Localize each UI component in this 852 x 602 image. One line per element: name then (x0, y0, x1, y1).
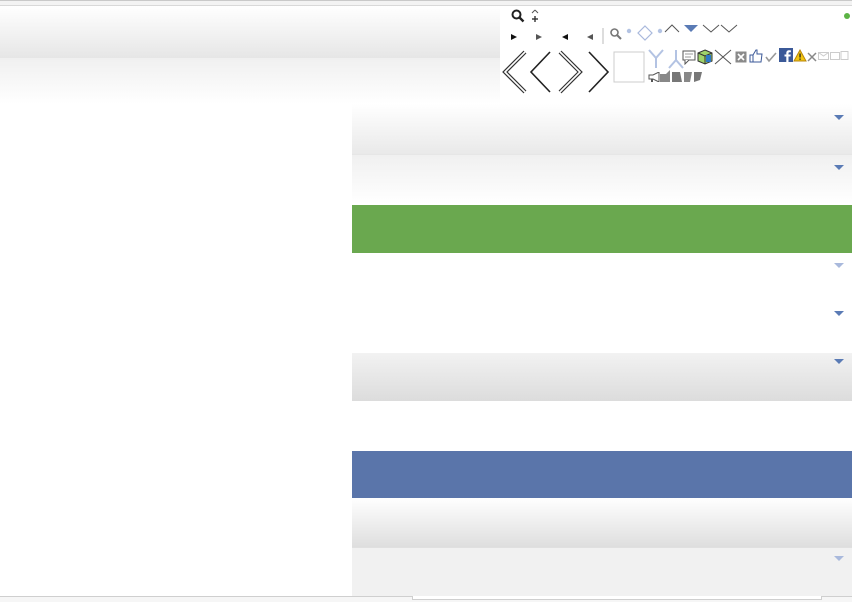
x-icon[interactable] (806, 51, 818, 63)
panel-white-1[interactable] (352, 253, 852, 303)
chevron-down-icon[interactable] (719, 22, 739, 34)
cube-icon[interactable] (697, 49, 713, 65)
envelope-icon[interactable] (830, 51, 850, 61)
dropdown-arrow-icon[interactable] (834, 359, 844, 364)
dropdown-arrow-icon[interactable] (834, 263, 844, 268)
facebook-icon[interactable] (779, 48, 793, 62)
bottom-divider (0, 596, 852, 602)
move-icon[interactable] (529, 9, 541, 23)
play-left-light-icon[interactable] (585, 32, 595, 42)
dropdown-arrow-icon[interactable] (834, 115, 844, 120)
checkmark-icon[interactable] (765, 51, 777, 63)
search-icon[interactable] (511, 9, 525, 23)
panel-gradient-2[interactable] (352, 154, 852, 204)
panel-white-3 (352, 401, 852, 451)
chevron-double-right-icon[interactable] (586, 50, 612, 94)
tab-shapes-icon (660, 70, 702, 82)
triangle-down-icon[interactable] (681, 22, 701, 34)
chevron-down-icon[interactable] (701, 22, 721, 34)
chevron-up-icon[interactable] (663, 22, 681, 34)
chevron-right-icon[interactable] (556, 50, 584, 94)
panel-grey-gradient[interactable] (352, 353, 852, 401)
panel-blue-header (352, 451, 852, 498)
panel-green-header (352, 205, 852, 253)
panel-white-2[interactable] (352, 303, 852, 353)
status-dot-icon (844, 13, 850, 19)
warning-icon (793, 49, 807, 62)
dropdown-arrow-icon[interactable] (834, 311, 844, 316)
search-small-icon[interactable] (609, 27, 623, 41)
comment-icon[interactable] (680, 49, 696, 65)
blank-square-icon (613, 51, 645, 83)
diamond-icon (637, 25, 653, 41)
panel-gradient-1[interactable] (352, 104, 852, 154)
header-gradient-bar (0, 6, 500, 58)
panel-gradient-3 (352, 498, 852, 547)
chevron-double-left-icon[interactable] (501, 50, 529, 94)
envelope-icon[interactable] (818, 51, 830, 61)
separator-line (602, 28, 604, 44)
y-split-icon (648, 49, 664, 68)
close-box-icon[interactable] (735, 51, 747, 63)
subheader-gradient-bar (0, 58, 500, 104)
icon-sprite-sheet (500, 6, 852, 96)
play-left-icon[interactable] (560, 32, 570, 42)
stylesheet-sprite-page (0, 0, 852, 602)
dropdown-arrow-icon[interactable] (834, 556, 844, 561)
bottom-divider-segment (412, 596, 822, 600)
play-right-light-icon[interactable] (534, 32, 544, 42)
play-right-icon[interactable] (509, 32, 519, 42)
dot-small-icon (626, 28, 632, 34)
thumbs-up-icon[interactable] (749, 49, 763, 63)
close-x-icon[interactable] (713, 49, 733, 65)
chevron-left-icon[interactable] (528, 50, 554, 94)
panel-light-grey[interactable] (352, 547, 852, 596)
dropdown-arrow-icon[interactable] (834, 165, 844, 170)
